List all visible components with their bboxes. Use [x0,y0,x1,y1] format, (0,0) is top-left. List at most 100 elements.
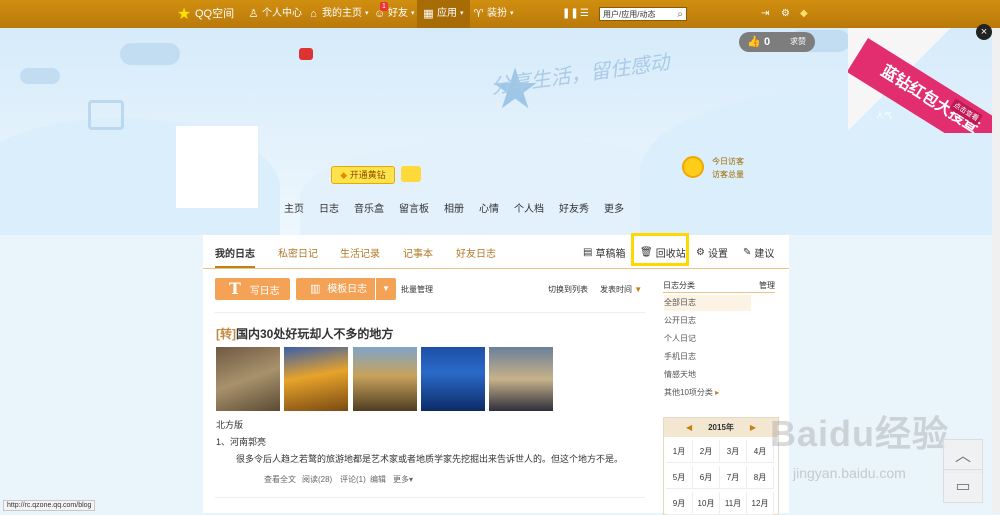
view-all-link[interactable]: 查看全文 [264,474,296,485]
chevron-down-icon: ▼ [634,285,643,294]
more-label: 更多 [393,475,409,484]
post-thumbnail[interactable] [216,347,280,411]
profile-nav-guestbook[interactable]: 留言板 [399,200,429,215]
prev-year-icon[interactable]: ◀ [686,418,692,437]
like-label: 求赞 [790,37,806,46]
calendar-month[interactable]: 1月 [666,440,693,463]
scroll-top-button[interactable]: ︿ [943,439,983,473]
suggest-button[interactable]: ✎ 建议 [743,245,774,260]
diamond-icon: ◆ [340,170,348,180]
avatar[interactable] [176,126,258,208]
chevron-down-icon[interactable]: ▼ [375,278,396,300]
calendar-month[interactable]: 6月 [693,466,720,489]
calendar-month[interactable]: 12月 [747,492,774,515]
nav-apps-label: 应用 [437,8,457,19]
read-count[interactable]: 阅读(28) [302,474,332,485]
pause-icon[interactable]: ❚❚ [562,0,579,28]
next-year-icon[interactable]: ▶ [750,418,756,437]
category-item[interactable]: 公开日志 [664,313,751,329]
write-blog-button[interactable]: T 写日志 [215,278,290,300]
nav-personal-center[interactable]: ♙ 个人中心 [248,0,302,28]
tab-private-diary[interactable]: 私密日记 [278,245,318,260]
tab-friend-blogs[interactable]: 好友日志 [456,245,496,260]
category-item[interactable]: 个人日记 [664,331,751,347]
qzone-logo[interactable]: ★ QQ空间 [176,0,234,28]
feedback-button[interactable]: ▭ [943,469,983,503]
cloud-decoration [120,43,180,65]
batch-manage-link[interactable]: 批量管理 [401,284,433,295]
post-thumbnail[interactable] [421,347,485,411]
settings-button[interactable]: ⚙ 设置 [696,245,728,260]
search-input[interactable]: 用户/应用/动态 ⌕ [599,7,687,21]
like-button[interactable]: 👍 0 求赞 [739,32,815,52]
tab-notepad[interactable]: 记事本 [403,245,433,260]
category-header: 日志分类 管理 [663,280,775,293]
nav-decorate-label: 装扮 [487,8,507,19]
scrollbar[interactable] [992,28,1000,513]
tab-life-records[interactable]: 生活记录 [340,245,380,260]
eye-icon [682,156,704,178]
diamond-icon[interactable]: ◆ [800,0,808,28]
thumb-up-icon: 👍 [747,36,761,48]
category-more[interactable]: 其他10项分类 ▸ [664,385,751,401]
nav-friends[interactable]: ☺ 1 好友 ▾ [374,0,415,28]
home-icon: ⌂ [310,7,317,20]
edit-link[interactable]: 编辑 [370,474,386,485]
close-icon[interactable]: × [976,24,992,40]
friends-badge: 1 [380,2,388,11]
settings-label: 设置 [707,249,728,260]
banner-slogan: 分享生活，留住感动 [489,49,672,99]
template-blog-button[interactable]: ▥ 模板日志 ▼ [296,278,396,300]
switch-list-link[interactable]: 切换到列表 [548,284,588,295]
logout-icon[interactable]: ⇥ [761,0,769,28]
profile-nav-music[interactable]: 音乐盒 [354,200,384,215]
calendar-year: 2015年 [708,423,734,432]
gear-icon: ⚙ [696,247,705,258]
profile-nav-more[interactable]: 更多 [604,200,624,215]
category-item[interactable]: 手机日志 [664,349,751,365]
calendar-month[interactable]: 5月 [666,466,693,489]
calendar-month[interactable]: 10月 [693,492,720,515]
calendar-month[interactable]: 11月 [720,492,747,515]
post-thumbnail[interactable] [489,347,553,411]
category-manage-link[interactable]: 管理 [759,280,775,291]
tab-my-blog[interactable]: 我的日志 [215,245,255,268]
post-thumbnail[interactable] [353,347,417,411]
like-count: 0 [764,36,771,48]
calendar-month[interactable]: 3月 [720,440,747,463]
category-item[interactable]: 全部日志 [664,295,751,311]
post-thumbnail[interactable] [284,347,348,411]
profile-nav-mood[interactable]: 心情 [479,200,499,215]
calendar-month[interactable]: 9月 [666,492,693,515]
more-menu[interactable]: 更多▾ [393,474,413,485]
nav-decorate[interactable]: ♈ 装扮 ▾ [473,0,514,28]
calendar-month[interactable]: 8月 [747,466,774,489]
profile-nav-profile[interactable]: 个人档 [514,200,544,215]
nav-apps[interactable]: ▦ 应用 ▾ [417,0,470,28]
promo-ribbon[interactable]: 蓝钻红包大搜查 点击查看 人气 [848,28,1000,133]
calendar-month[interactable]: 2月 [693,440,720,463]
category-title: 日志分类 [663,281,695,290]
nav-my-home-label: 我的主页 [322,8,362,19]
search-placeholder: 用户/应用/动态 [603,10,656,19]
drafts-label: 草稿箱 [595,249,626,260]
drafts-button[interactable]: ▤ 草稿箱 [583,245,625,260]
top-nav-bar: ★ QQ空间 ♙ 个人中心 ⌂ 我的主页 ▾ ☺ 1 好友 ▾ ▦ 应用 ▾ ♈… [0,0,1000,28]
chevron-down-icon: ▾ [460,10,464,17]
profile-nav-blog[interactable]: 日志 [319,200,339,215]
post-title[interactable]: [转]国内30处好玩却人不多的地方 [216,325,393,342]
gear-icon[interactable]: ⚙ [781,0,790,28]
nav-my-home[interactable]: ⌂ 我的主页 ▾ [308,0,368,28]
calendar-month[interactable]: 7月 [720,466,747,489]
search-icon[interactable]: ⌕ [677,8,683,22]
sort-dropdown[interactable]: 发表时间 ▼ [600,284,642,295]
profile-nav-friend-show[interactable]: 好友秀 [559,200,589,215]
profile-nav-home[interactable]: 主页 [284,200,304,215]
cloud-decoration [20,68,60,84]
comment-count[interactable]: 评论(1) [340,474,366,485]
profile-nav-album[interactable]: 相册 [444,200,464,215]
open-vip-button[interactable]: ◆ 开通黄钻 [331,166,395,184]
list-icon[interactable]: ☰ [580,0,589,28]
vip-badge-icon[interactable] [401,166,421,182]
category-item[interactable]: 情感天地 [664,367,751,383]
